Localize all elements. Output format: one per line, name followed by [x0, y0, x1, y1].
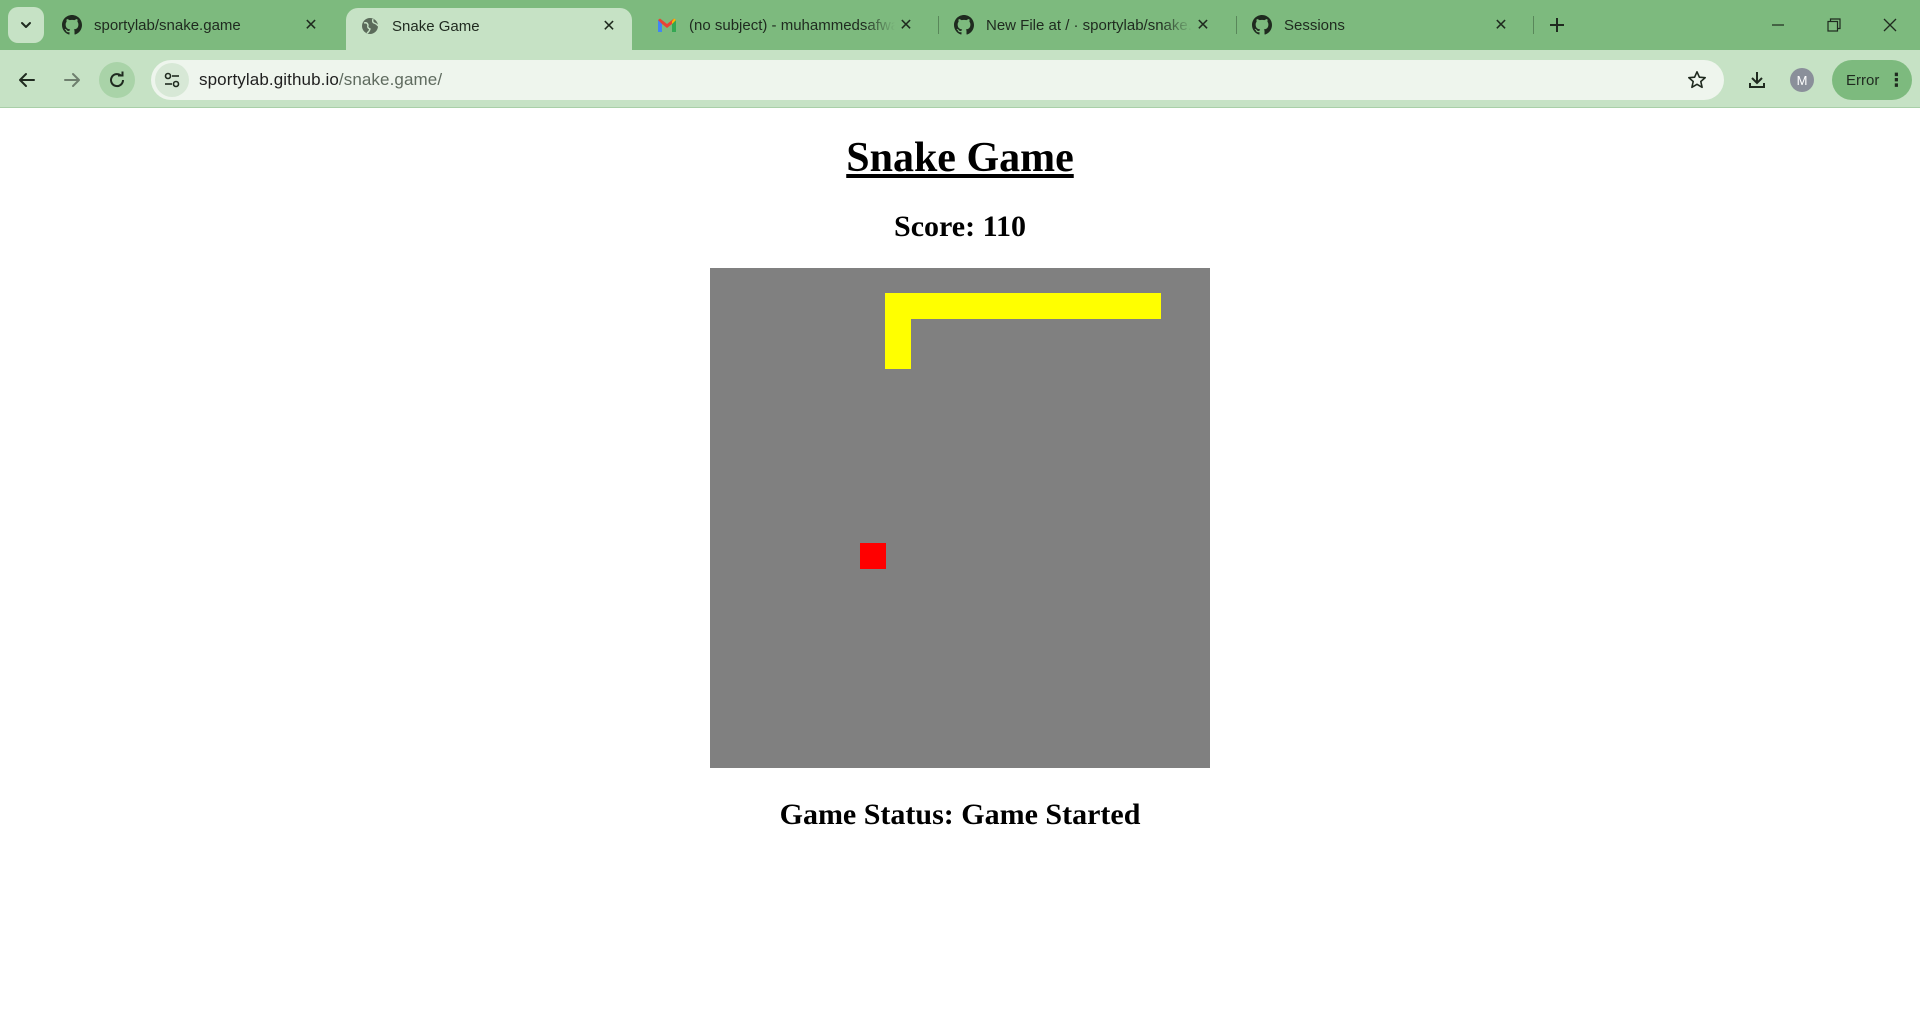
downloads-button[interactable] — [1741, 64, 1773, 96]
github-icon — [62, 15, 82, 35]
snake-segment — [885, 318, 911, 344]
more-vert-icon: ⋮ — [1887, 69, 1905, 90]
restore-button[interactable] — [1806, 0, 1862, 50]
github-icon — [954, 15, 974, 35]
tab-close-button[interactable]: ✕ — [300, 14, 322, 36]
url-path: /snake.game/ — [338, 70, 443, 89]
error-menu-button[interactable]: Error ⋮ — [1832, 60, 1912, 100]
tab-search-button[interactable] — [8, 7, 44, 43]
snake-segment — [1035, 293, 1061, 319]
snake-segment — [960, 293, 986, 319]
tab-strip: sportylab/snake.game ✕ Snake Game ✕ (no … — [0, 0, 1920, 50]
game-status: Game Status: Game Started — [779, 798, 1141, 831]
avatar: M — [1790, 68, 1814, 92]
score-display: Score: 110 — [894, 210, 1026, 243]
minimize-button[interactable] — [1750, 0, 1806, 50]
bookmark-button[interactable] — [1686, 69, 1708, 91]
tab-title: New File at / · sportylab/snake.g — [986, 16, 1192, 34]
plus-icon — [1550, 18, 1564, 32]
tab-separator — [938, 16, 939, 34]
tab-title: sportylab/snake.game — [94, 16, 241, 34]
tab-title: (no subject) - muhammedsafwa — [689, 16, 895, 34]
github-icon — [1252, 15, 1272, 35]
tab-title: Sessions — [1284, 16, 1345, 34]
food-item — [860, 543, 886, 569]
reload-icon — [110, 71, 125, 88]
arrow-right-icon — [64, 73, 80, 87]
snake-segment — [1110, 293, 1136, 319]
forward-button[interactable] — [54, 62, 90, 98]
tab-close-button[interactable]: ✕ — [1192, 14, 1214, 36]
globe-icon — [360, 16, 380, 36]
url-host: sportylab.github.io — [199, 70, 339, 89]
snake-segment — [1060, 293, 1086, 319]
tab-0[interactable]: sportylab/snake.game ✕ — [48, 7, 334, 43]
close-window-button[interactable] — [1862, 0, 1918, 50]
snake-segment — [1135, 293, 1161, 319]
star-icon — [1688, 71, 1706, 89]
site-info-button[interactable] — [155, 63, 189, 97]
tab-close-button[interactable]: ✕ — [1490, 14, 1512, 36]
error-label: Error — [1846, 71, 1880, 89]
tab-close-button[interactable]: ✕ — [895, 14, 917, 36]
restore-icon — [1827, 18, 1841, 32]
reload-button[interactable] — [99, 62, 135, 98]
tab-2[interactable]: (no subject) - muhammedsafwa ✕ — [643, 7, 929, 43]
close-icon — [1883, 18, 1897, 32]
tab-separator — [1533, 16, 1534, 34]
url-text: sportylab.github.io/snake.game/ — [199, 70, 442, 90]
snake-segment — [935, 293, 961, 319]
gmail-icon — [657, 15, 677, 35]
tab-1[interactable]: Snake Game ✕ — [346, 8, 632, 50]
new-tab-button[interactable] — [1542, 10, 1572, 40]
download-icon — [1749, 72, 1765, 88]
tab-title: Snake Game — [392, 17, 480, 35]
page-content: Snake Game Score: 110 Game Status: Game … — [0, 108, 1920, 1020]
tab-3[interactable]: New File at / · sportylab/snake.g ✕ — [940, 7, 1226, 43]
tab-4[interactable]: Sessions ✕ — [1238, 7, 1524, 43]
tab-separator — [1236, 16, 1237, 34]
snake-segment — [910, 293, 936, 319]
browser-toolbar: sportylab.github.io/snake.game/ M Error … — [0, 50, 1920, 108]
arrow-left-icon — [19, 73, 35, 87]
snake-segment — [885, 343, 911, 369]
tab-close-button[interactable]: ✕ — [598, 15, 620, 37]
profile-button[interactable]: M — [1786, 64, 1818, 96]
page-title: Snake Game — [846, 135, 1074, 181]
snake-segment — [1085, 293, 1111, 319]
minimize-icon — [1772, 24, 1784, 26]
back-button[interactable] — [9, 62, 45, 98]
address-bar[interactable]: sportylab.github.io/snake.game/ — [151, 60, 1724, 100]
snake-segment — [885, 293, 911, 319]
chevron-down-icon — [21, 22, 31, 28]
snake-segment — [985, 293, 1011, 319]
tune-icon — [164, 72, 180, 88]
game-board[interactable] — [710, 268, 1210, 768]
snake-segment — [1010, 293, 1036, 319]
